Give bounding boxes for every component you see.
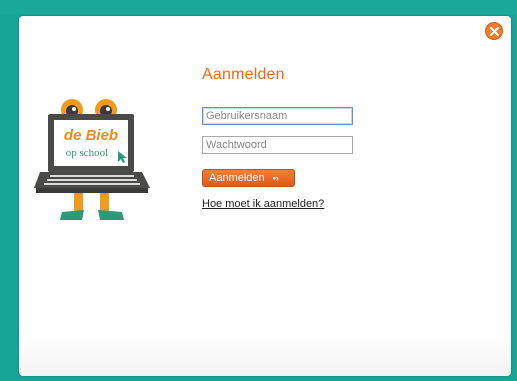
login-title: Aanmelden (202, 66, 285, 83)
login-button[interactable]: Aanmelden •› (202, 169, 295, 187)
close-button[interactable] (485, 22, 503, 40)
chevron-right-icon: •› (272, 173, 279, 183)
de-bieb-op-school-logo: de Bieb op school (34, 99, 150, 220)
login-button-label: Aanmelden (209, 172, 265, 184)
password-field[interactable] (202, 136, 353, 154)
help-link[interactable]: Hoe moet ik aanmelden? (202, 198, 324, 210)
close-icon (490, 27, 499, 36)
username-field[interactable] (202, 107, 353, 125)
backdrop-top (0, 0, 517, 14)
logo-text-line2: op school (66, 147, 108, 159)
logo-text-line1: de Bieb (64, 127, 118, 144)
